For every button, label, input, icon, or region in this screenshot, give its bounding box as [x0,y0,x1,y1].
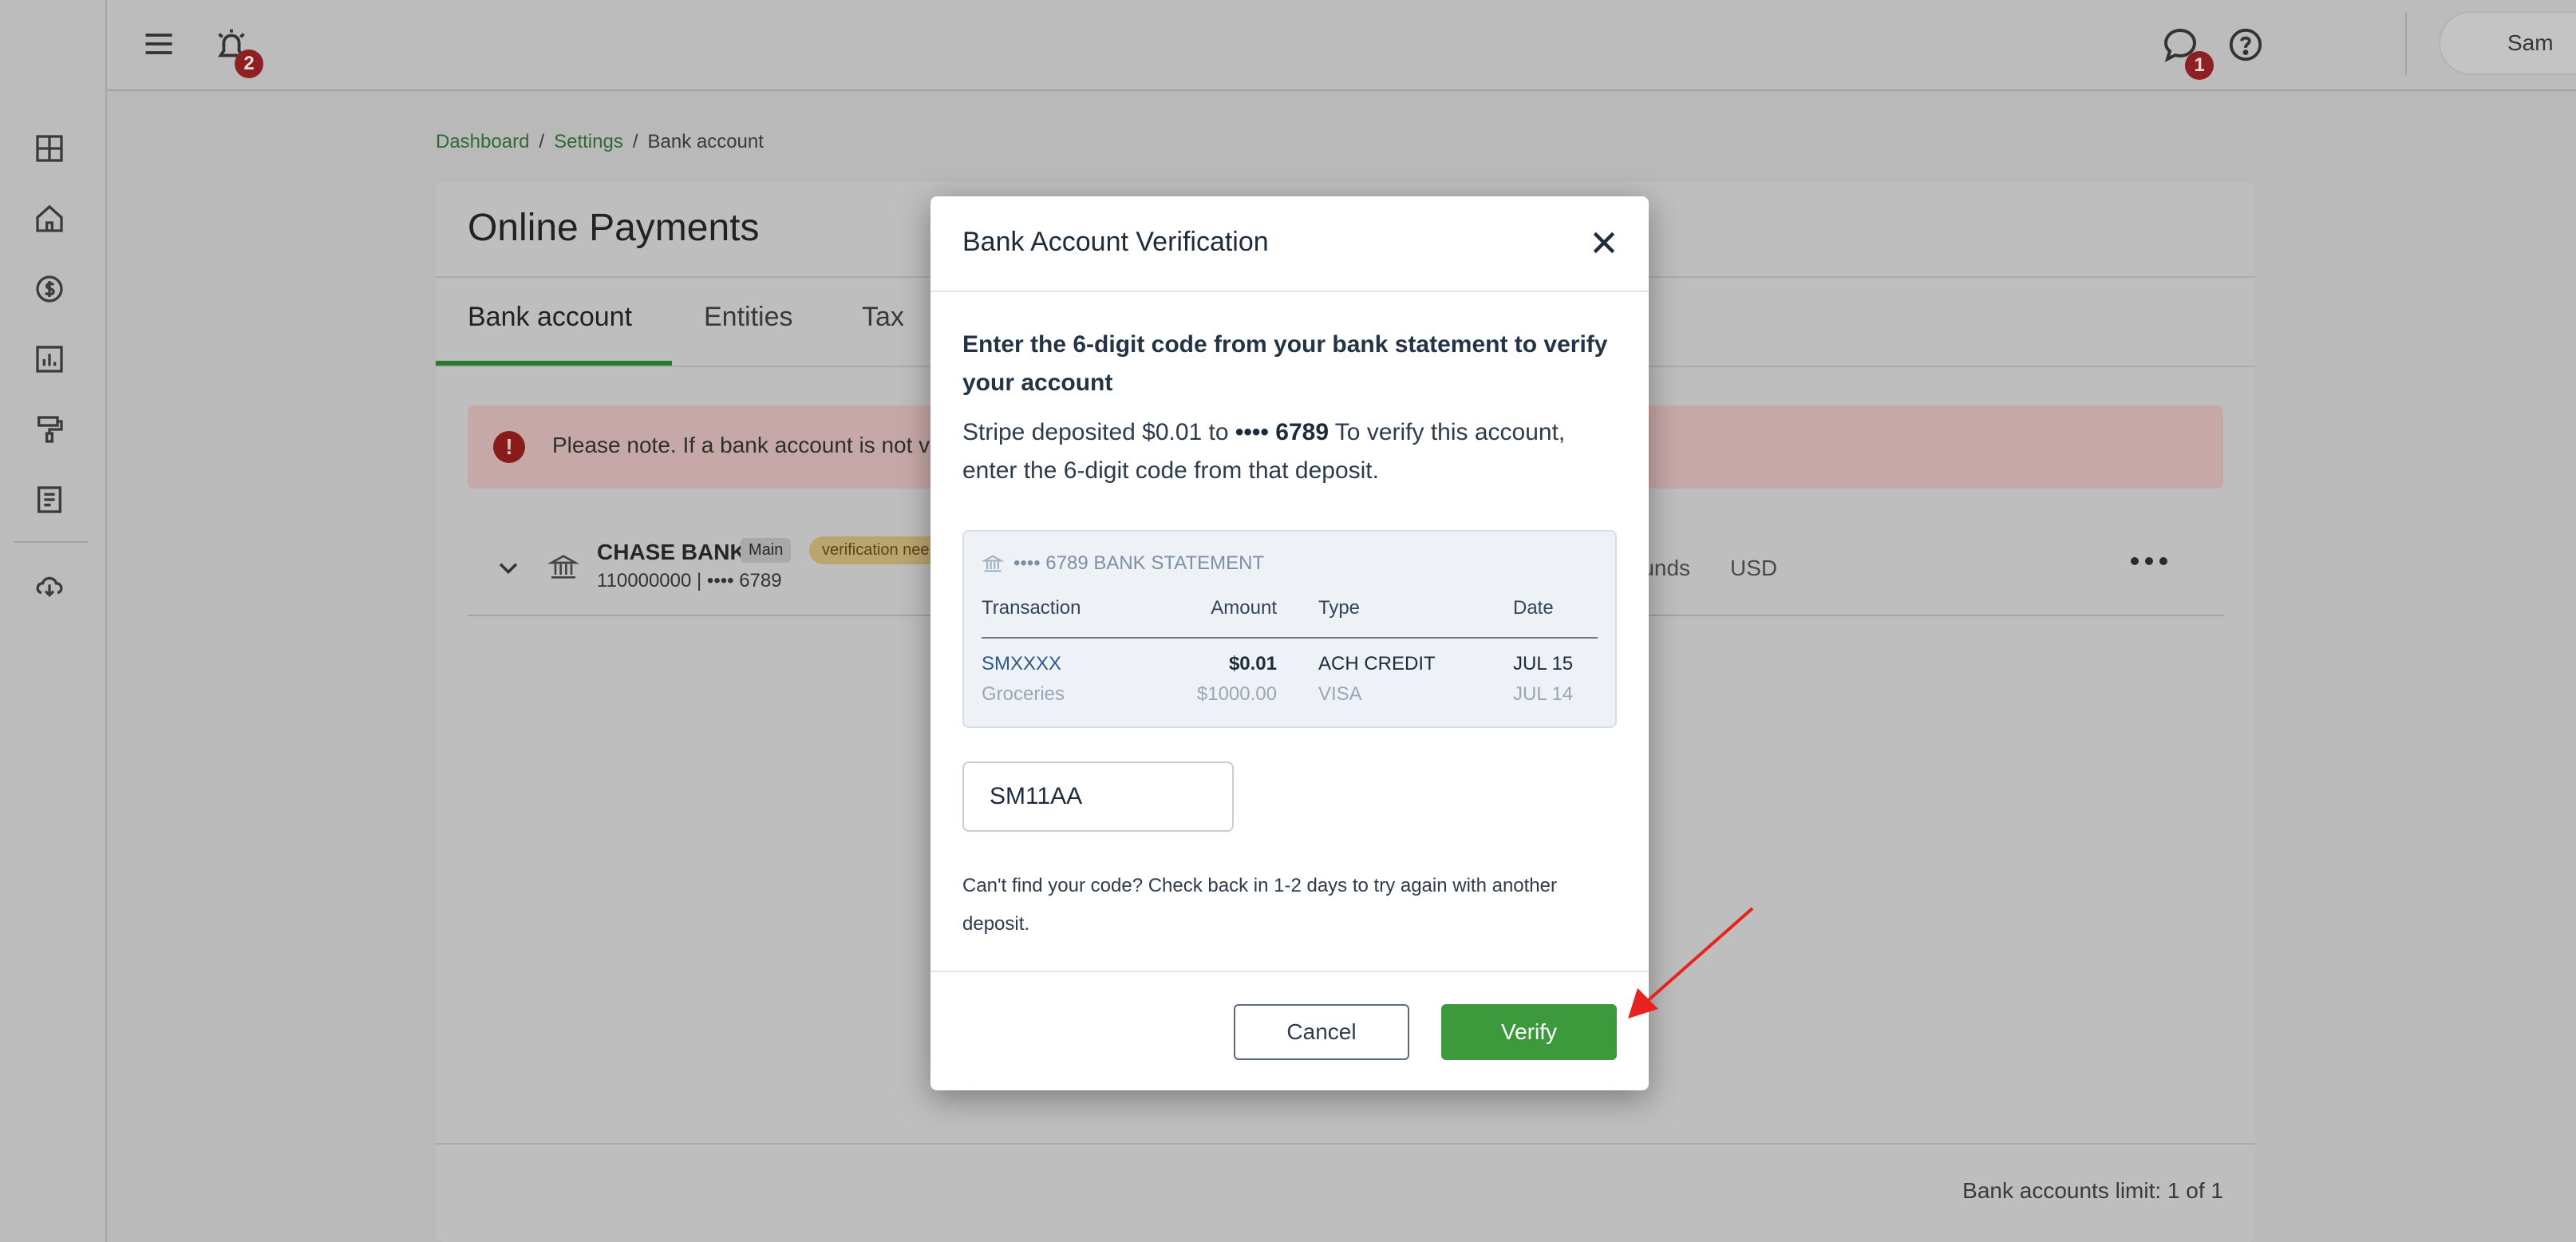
masked-account: •••• 6789 [1235,419,1329,445]
type-cell: ACH CREDIT [1318,653,1436,674]
bank-icon [547,551,580,583]
bank-account-details: 110000000 | •••• 6789 [597,570,782,591]
bank-statement-preview: •••• 6789 BANK STATEMENT Transaction Amo… [962,530,1617,728]
amount-cell: $1000.00 [1196,683,1277,705]
divider [930,971,1649,972]
alarm-notifications-button[interactable]: 2 [209,22,263,78]
verification-code-input[interactable] [962,761,1234,832]
bank-icon [982,555,1004,572]
dashboard-icon[interactable] [32,131,67,166]
page-title: Online Payments [468,207,760,249]
breadcrumb: Dashboard / Settings / Bank account [436,131,764,153]
statement-title: •••• 6789 BANK STATEMENT [1013,552,1265,574]
transaction-cell: SMXXXX [982,653,1062,674]
divider [930,291,1649,292]
column-header: Amount [1211,597,1277,619]
cancel-button[interactable]: Cancel [1234,1004,1409,1060]
user-menu[interactable]: Sam [2439,11,2576,75]
user-name: Sam [2507,30,2554,55]
reports-icon[interactable] [32,342,67,377]
instruction-pre: Stripe deposited $0.01 to [962,419,1235,445]
paint-roller-icon[interactable] [32,412,67,447]
column-header: Type [1318,597,1361,619]
annotation-arrow-icon [1628,907,1754,1019]
statement-header: •••• 6789 BANK STATEMENT [982,552,1264,575]
bank-verification-modal: Bank Account Verification Enter the 6-di… [930,196,1649,1090]
help-icon[interactable] [2225,24,2266,65]
close-icon[interactable] [1588,227,1620,259]
chat-badge: 1 [2185,51,2214,80]
tab-bank-account[interactable]: Bank account [468,302,632,333]
top-bar: 2 1 Sam [107,0,2576,91]
breadcrumb-separator: / [632,131,638,152]
main-badge: Main [741,538,792,563]
verify-button[interactable]: Verify [1441,1004,1617,1060]
help-text: Can't find your code? Check back in 1-2 … [962,875,1557,935]
breadcrumb-separator: / [539,131,545,152]
notification-badge: 2 [235,49,263,78]
home-icon[interactable] [32,201,67,236]
dollar-icon[interactable] [32,271,67,307]
chevron-down-icon[interactable] [495,554,522,581]
alert-text: Please note. If a bank account is not ve [552,433,942,457]
sidebar-divider [14,541,88,543]
alert-icon: ! [493,431,525,463]
transaction-cell: Groceries [982,683,1065,705]
statement-divider [982,637,1598,639]
currency: USD [1730,556,1778,580]
type-cell: VISA [1318,683,1362,705]
cloud-download-icon[interactable] [32,568,67,603]
breadcrumb-settings[interactable]: Settings [554,131,623,153]
tab-entities[interactable]: Entities [704,302,793,333]
sidebar [0,0,107,1242]
instruction-heading: Enter the 6-digit code from your bank st… [962,331,1608,396]
bank-accounts-limit: Bank accounts limit: 1 of 1 [1962,1178,2223,1203]
menu-icon[interactable] [139,24,179,64]
divider [436,1143,2255,1145]
tab-tax[interactable]: Tax [862,302,904,333]
amount-cell: $0.01 [1228,653,1277,674]
date-cell: JUL 14 [1513,683,1574,705]
document-icon[interactable] [32,482,67,517]
column-header: Date [1513,597,1554,619]
bank-name: CHASE BANK [597,540,746,564]
modal-title: Bank Account Verification [962,227,1269,257]
chat-button[interactable]: 1 [2158,22,2214,80]
more-options-icon[interactable] [2128,549,2171,573]
instruction-text: Stripe deposited $0.01 to •••• 6789 To v… [962,413,1617,490]
date-cell: JUL 15 [1513,653,1574,674]
breadcrumb-dashboard[interactable]: Dashboard [436,131,529,153]
column-header: Transaction [982,597,1081,619]
breadcrumb-current: Bank account [647,131,764,152]
topbar-divider [2405,11,2407,75]
